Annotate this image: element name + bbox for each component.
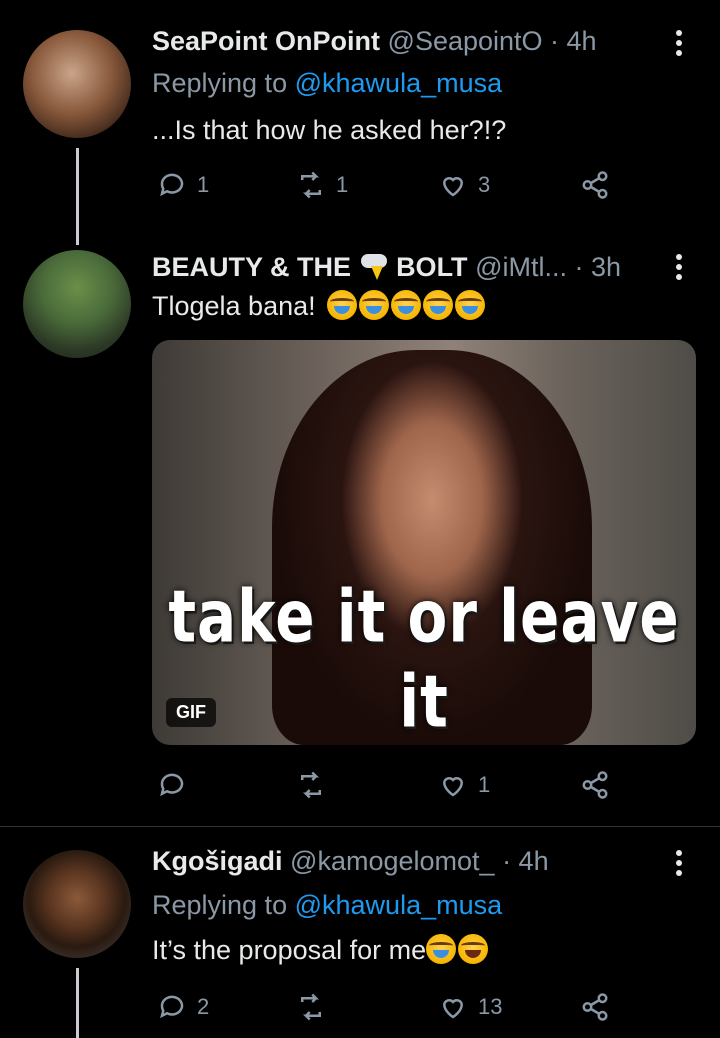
more-options-icon[interactable] <box>675 850 683 876</box>
display-name-part-1[interactable]: BEAUTY & THE <box>152 252 351 282</box>
like-button[interactable]: 13 <box>438 992 502 1022</box>
replying-to-label: Replying to <box>152 68 288 98</box>
retweet-count: 1 <box>336 172 349 197</box>
reply-count: 1 <box>197 172 210 197</box>
replying-to: Replying to @khawula_musa <box>152 66 502 100</box>
crying-emoji-icon <box>426 934 457 964</box>
mention-link[interactable]: @khawula_musa <box>295 890 503 920</box>
display-name[interactable]: Kgošigadi <box>152 846 283 876</box>
tweet-text: Tlogela bana! <box>152 291 316 321</box>
like-count: 3 <box>478 172 491 197</box>
reply-icon <box>160 173 184 197</box>
timestamp[interactable]: · 4h <box>550 26 597 56</box>
cloud-lightning-icon <box>359 252 389 280</box>
share-button[interactable] <box>580 770 610 800</box>
timestamp[interactable]: · 3h <box>574 252 621 282</box>
pleading-emoji-icon <box>458 934 489 964</box>
reply-icon <box>160 773 184 797</box>
divider <box>0 826 720 827</box>
replying-to: Replying to @khawula_musa <box>152 888 502 922</box>
like-count: 13 <box>478 994 503 1019</box>
like-button[interactable]: 3 <box>438 170 490 200</box>
gif-media[interactable]: take it or leave it GIF <box>152 340 696 745</box>
display-name-part-2[interactable]: BOLT <box>396 252 467 282</box>
thread-line <box>76 148 79 245</box>
reply-count: 2 <box>197 994 210 1019</box>
share-icon <box>582 993 608 1021</box>
like-count: 1 <box>478 772 491 797</box>
display-name[interactable]: SeaPoint OnPoint <box>152 26 380 56</box>
heart-icon <box>442 177 464 197</box>
tweet-text: It’s the proposal for me <box>152 935 427 965</box>
retweet-button[interactable]: 1 <box>296 170 348 200</box>
share-button[interactable] <box>580 992 610 1022</box>
share-icon <box>582 771 608 799</box>
retweet-icon <box>301 993 321 1021</box>
tweet-header: Kgošigadi @kamogelomot_ · 4h <box>152 844 549 878</box>
retweet-button[interactable] <box>296 770 336 800</box>
reply-button[interactable]: 2 <box>157 992 209 1022</box>
more-options-icon[interactable] <box>675 254 683 280</box>
thread-line <box>76 968 79 1038</box>
gif-badge: GIF <box>166 698 216 727</box>
tweet-text: ...Is that how he asked her?!? <box>152 115 507 145</box>
reply-icon <box>160 995 184 1019</box>
avatar[interactable] <box>23 250 131 358</box>
retweet-icon <box>301 771 321 799</box>
laughing-crying-emoji-icon <box>327 290 487 321</box>
like-button[interactable]: 1 <box>438 770 490 800</box>
more-options-icon[interactable] <box>675 30 683 56</box>
share-button[interactable] <box>580 170 610 200</box>
heart-icon <box>442 777 464 797</box>
username[interactable]: @iMtl... <box>475 252 567 282</box>
retweet-button[interactable] <box>296 992 336 1022</box>
tweet-header: SeaPoint OnPoint @SeapointO · 4h <box>152 24 597 58</box>
tweet-text-line: It’s the proposal for me <box>152 933 490 967</box>
retweet-icon <box>301 171 321 199</box>
gif-caption: take it or leave it <box>168 574 680 744</box>
avatar[interactable] <box>23 850 131 958</box>
avatar[interactable] <box>23 30 131 138</box>
heart-icon <box>442 999 464 1019</box>
username[interactable]: @SeapointO <box>388 26 543 56</box>
reply-button[interactable] <box>157 770 197 800</box>
tweet-header: BEAUTY & THE BOLT @iMtl... · 3h <box>152 250 621 284</box>
mention-link[interactable]: @khawula_musa <box>295 68 503 98</box>
share-icon <box>582 171 608 199</box>
username[interactable]: @kamogelomot_ <box>290 846 495 876</box>
tweet-text-line: Tlogela bana! <box>152 289 487 323</box>
reply-button[interactable]: 1 <box>157 170 209 200</box>
replying-to-label: Replying to <box>152 890 288 920</box>
timestamp[interactable]: · 4h <box>502 846 549 876</box>
